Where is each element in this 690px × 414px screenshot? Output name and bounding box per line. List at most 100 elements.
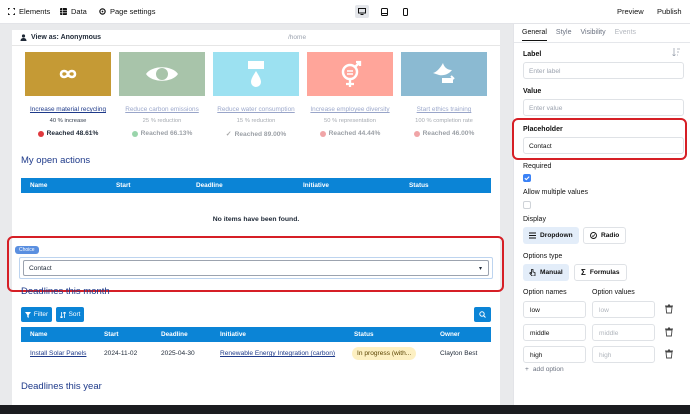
trash-icon[interactable] <box>664 304 674 314</box>
goal-name[interactable]: Start ethics training <box>401 106 487 113</box>
goal-name[interactable]: Reduce water consumption <box>213 106 299 113</box>
goal-card[interactable]: Reduce water consumption 15 % reduction … <box>213 52 299 138</box>
tab-style[interactable]: Style <box>556 29 572 41</box>
required-label: Required <box>523 163 552 170</box>
column-header[interactable]: Deadline <box>196 182 223 189</box>
status-green-icon <box>131 130 138 137</box>
dove-gavel-icon <box>433 63 455 83</box>
status-red-icon <box>37 130 44 137</box>
trash-icon[interactable] <box>664 349 674 359</box>
dropdown-option-label: Dropdown <box>540 232 573 239</box>
required-checkbox[interactable] <box>523 174 531 182</box>
sort-az-icon[interactable] <box>672 48 680 56</box>
option-value-input[interactable]: middle <box>592 324 655 341</box>
column-header[interactable]: Name <box>30 182 47 189</box>
view-as-bar: View as: Anonymous /home <box>12 30 500 46</box>
search-button[interactable] <box>474 307 491 322</box>
label-input[interactable]: Enter label <box>523 62 684 79</box>
display-radio-toggle[interactable]: Radio <box>583 227 627 244</box>
column-header[interactable]: Start <box>116 182 131 189</box>
allow-multiple-label: Allow multiple values <box>523 189 588 196</box>
column-header[interactable]: Status <box>409 182 429 189</box>
display-dropdown-toggle[interactable]: Dropdown <box>523 227 579 244</box>
goal-reached-text: Reached 48.61% <box>46 130 99 137</box>
goal-name[interactable]: Reduce carbon emissions <box>119 106 205 113</box>
goal-image <box>25 52 111 96</box>
goal-image <box>307 52 393 96</box>
tablet-view-button[interactable] <box>377 5 391 18</box>
row-initiative[interactable]: Renewable Energy Integration (carbon) <box>220 350 335 357</box>
column-header[interactable]: Initiative <box>303 182 329 189</box>
goal-reached: Reached 66.13% <box>119 130 205 137</box>
radio-option-label: Radio <box>601 232 620 239</box>
column-header[interactable]: Start <box>104 331 119 338</box>
tab-general[interactable]: General <box>522 29 547 41</box>
preview-button[interactable]: Preview <box>617 7 644 16</box>
filter-button[interactable]: Filter <box>21 307 52 322</box>
data-button[interactable]: Data <box>60 7 87 16</box>
elements-label: Elements <box>19 7 51 16</box>
trash-icon[interactable] <box>664 327 674 337</box>
status-badge: In progress (with... <box>352 347 417 360</box>
options-type-title: Options type <box>523 253 563 260</box>
manual-option-label: Manual <box>540 269 563 276</box>
check-icon <box>524 176 530 181</box>
publish-button[interactable]: Publish <box>657 7 682 16</box>
row-name[interactable]: Install Solar Panels <box>30 350 86 357</box>
options-formulas-toggle[interactable]: Σ Formulas <box>574 264 627 281</box>
goal-card[interactable]: Start ethics training 100 % completion r… <box>401 52 487 137</box>
user-icon <box>20 34 27 41</box>
display-title: Display <box>523 216 546 223</box>
column-header[interactable]: Status <box>354 331 374 338</box>
goal-card[interactable]: Increase material recycling 40 % increas… <box>25 52 111 137</box>
mobile-view-button[interactable] <box>398 5 412 18</box>
panel-tabs: General Style Visibility Events <box>522 29 636 41</box>
allow-multiple-checkbox[interactable] <box>523 201 531 209</box>
option-name-input[interactable]: middle <box>523 324 586 341</box>
option-value-input[interactable]: high <box>592 346 655 363</box>
table-icon <box>60 8 67 15</box>
row-deadline: 2025-04-30 <box>161 350 195 357</box>
plus-icon: + <box>525 366 529 373</box>
page-settings-button[interactable]: Page settings <box>99 7 155 16</box>
option-value-input[interactable]: low <box>592 301 655 318</box>
options-manual-toggle[interactable]: Manual <box>523 264 569 281</box>
deadlines-month-title: Deadlines this month <box>21 286 110 297</box>
empty-state-message: No items have been found. <box>212 216 300 223</box>
goal-card[interactable]: Increase employee diversity 50 % represe… <box>307 52 393 137</box>
radio-icon <box>590 232 597 239</box>
sort-icon <box>59 311 66 318</box>
column-header[interactable]: Name <box>30 331 47 338</box>
elements-button[interactable]: Elements <box>8 7 50 16</box>
goal-name[interactable]: Increase material recycling <box>25 106 111 113</box>
view-as-label[interactable]: View as: Anonymous <box>31 34 101 41</box>
properties-panel: General Style Visibility Events Label En… <box>513 24 690 405</box>
value-input[interactable]: Enter value <box>523 99 684 116</box>
gender-equality-icon <box>341 60 362 87</box>
goal-image <box>401 52 487 96</box>
goal-image <box>213 52 299 96</box>
add-option-button[interactable]: + add option <box>525 366 564 373</box>
option-name-input[interactable]: low <box>523 301 586 318</box>
option-names-title: Option names <box>523 289 567 296</box>
goal-card[interactable]: Reduce carbon emissions 25 % reduction R… <box>119 52 205 137</box>
option-name-input[interactable]: high <box>523 346 586 363</box>
highlight-box-placeholder <box>512 118 687 160</box>
tab-events[interactable]: Events <box>615 29 636 41</box>
tab-visibility[interactable]: Visibility <box>580 29 605 41</box>
desktop-view-button[interactable] <box>355 5 369 18</box>
goal-target: 100 % completion rate <box>415 118 473 124</box>
sort-button[interactable]: Sort <box>56 307 84 322</box>
value-field-title: Value <box>523 88 542 95</box>
open-actions-table-header: Name Start Deadline Initiative Status <box>21 178 491 193</box>
column-header[interactable]: Initiative <box>220 331 246 338</box>
goal-reached-text: Reached 44.44% <box>328 130 381 137</box>
gear-icon <box>99 8 106 15</box>
goal-name[interactable]: Increase employee diversity <box>307 106 393 113</box>
column-header[interactable]: Deadline <box>161 331 188 338</box>
column-header[interactable]: Owner <box>440 331 460 338</box>
status-red-icon <box>413 130 420 137</box>
filter-label: Filter <box>33 311 49 318</box>
mobile-icon <box>402 7 408 16</box>
os-dock-strip <box>0 405 690 414</box>
